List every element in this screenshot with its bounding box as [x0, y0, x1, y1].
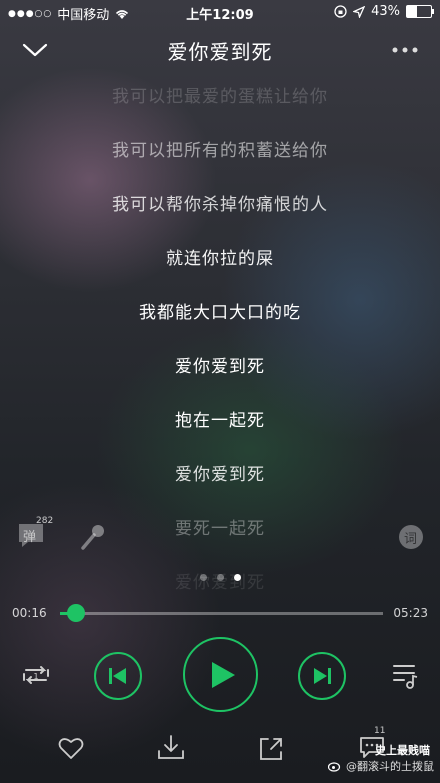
lyric-line: 爱你爱到死 — [175, 357, 265, 377]
playlist-icon[interactable] — [392, 662, 420, 690]
lyric-line: 抱在一起死 — [175, 411, 265, 431]
page-dot — [233, 574, 241, 581]
lyric-line: 我可以帮你杀掉你痛恨的人 — [112, 195, 328, 215]
progress-knob[interactable] — [67, 604, 86, 622]
weibo-icon — [328, 762, 341, 772]
orientation-lock-icon — [334, 5, 347, 18]
location-icon — [353, 5, 366, 18]
more-icon[interactable] — [390, 42, 420, 58]
heart-icon[interactable] — [58, 736, 84, 760]
page-indicator — [0, 574, 440, 581]
lyric-line: 要死一起死 — [175, 519, 265, 539]
watermark-handle: @翻滚斗的土拨鼠 — [346, 760, 434, 773]
status-bar: ●●●○○ 中国移动 上午12:09 43% — [0, 0, 440, 24]
comment-count: 11 — [374, 726, 386, 736]
lyric-line: 我都能大口大口的吃 — [139, 303, 301, 323]
lyric-line: 爱你爱到死 — [175, 465, 265, 485]
page-dot — [199, 574, 207, 581]
share-icon[interactable] — [258, 736, 284, 762]
status-right: 43% — [334, 4, 434, 19]
microphone-icon[interactable] — [78, 522, 108, 552]
lyric-line: 我可以把最爱的蛋糕让给你 — [112, 87, 328, 107]
lyric-line: 就连你拉的屎 — [166, 249, 274, 269]
lyrics-toggle-button[interactable]: 词 — [396, 522, 426, 556]
play-button[interactable] — [183, 637, 258, 712]
current-time: 00:16 — [12, 606, 47, 620]
danmu-count: 282 — [36, 516, 54, 526]
danmu-button[interactable]: 弹 282 — [16, 516, 53, 554]
svg-text:1: 1 — [33, 672, 38, 681]
repeat-one-icon[interactable]: 1 — [20, 662, 52, 688]
battery-fill — [407, 6, 418, 17]
battery-percent: 43% — [371, 4, 400, 19]
previous-icon — [109, 668, 126, 684]
progress-track[interactable] — [60, 612, 383, 615]
download-icon[interactable] — [156, 734, 186, 762]
danmu-label: 弹 — [23, 530, 37, 545]
next-button[interactable] — [298, 652, 346, 700]
song-title: 爱你爱到死 — [167, 40, 273, 64]
page-dot — [216, 574, 224, 581]
lyrics-toggle-label: 词 — [404, 532, 418, 547]
lyric-line: 我可以把所有的积蓄送给你 — [112, 141, 328, 161]
watermark-title: 史上最贱喵 — [375, 744, 430, 757]
play-icon — [211, 661, 235, 688]
watermark: @翻滚斗的土拨鼠 — [328, 758, 434, 774]
previous-button[interactable] — [94, 652, 142, 700]
battery-icon — [406, 5, 434, 18]
total-time: 05:23 — [393, 606, 428, 620]
next-icon — [314, 668, 331, 684]
